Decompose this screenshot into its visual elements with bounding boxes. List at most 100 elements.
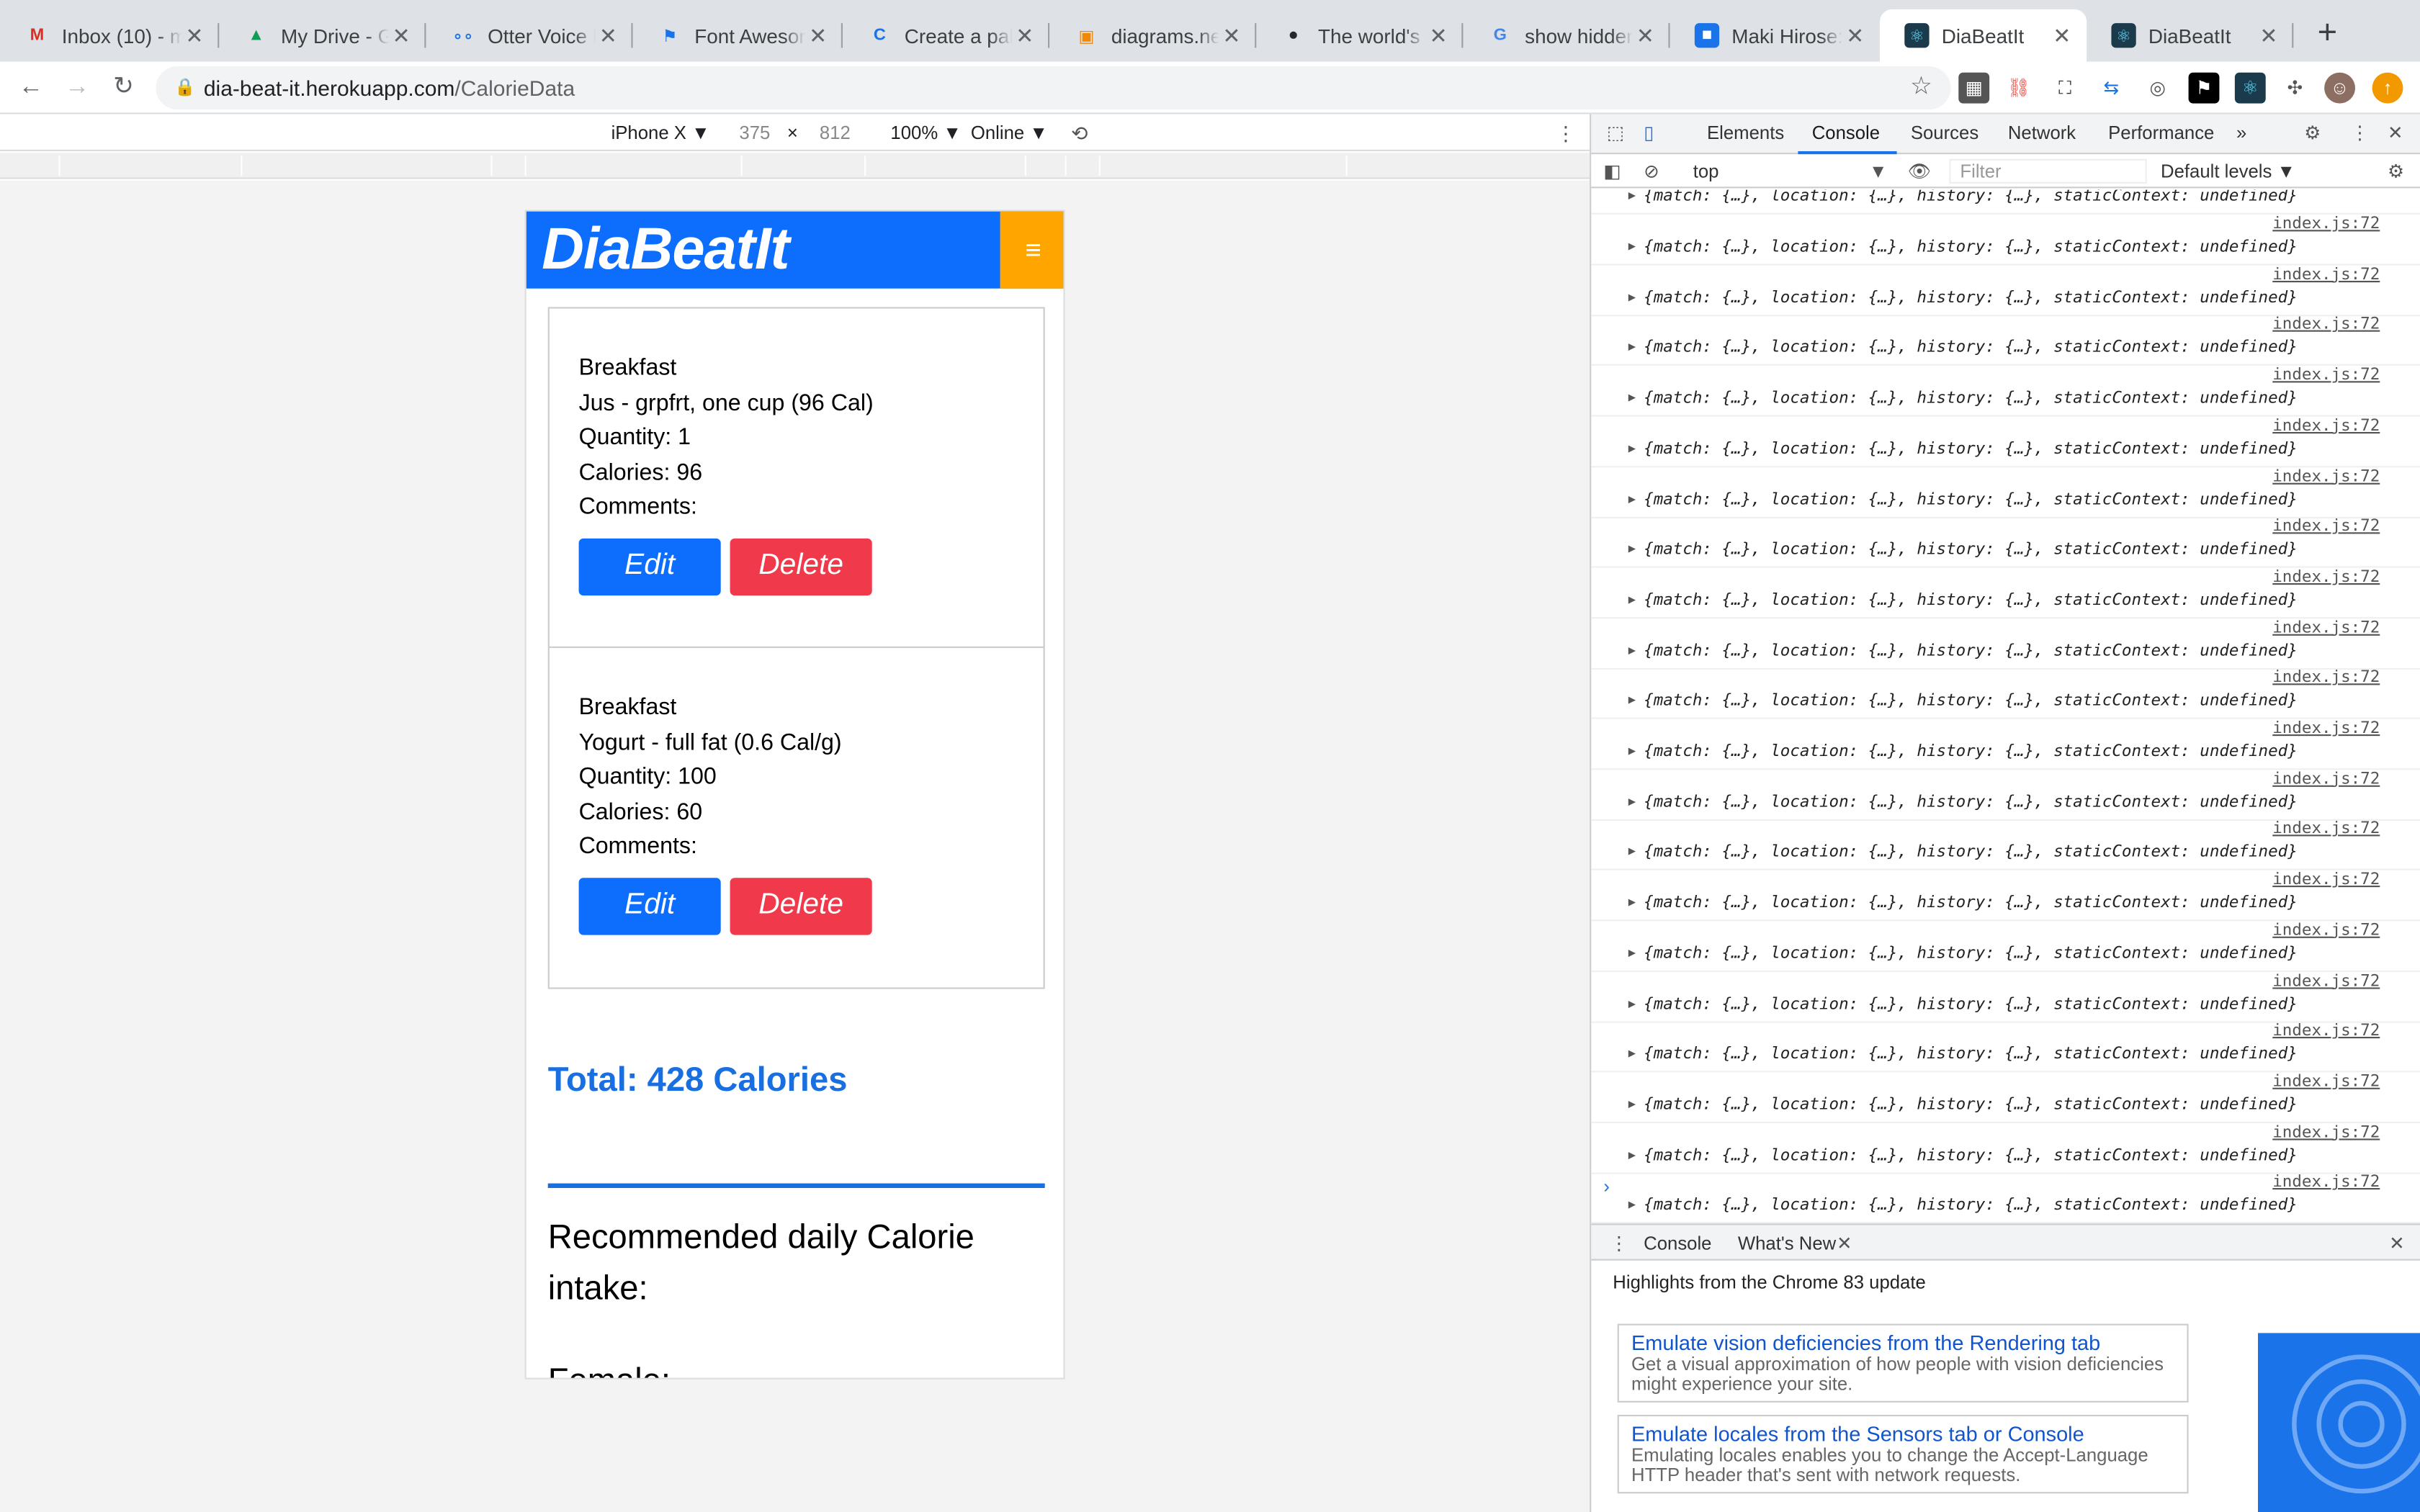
close-drawer-icon[interactable]: ✕ (2389, 1233, 2405, 1254)
device-height[interactable]: 812 (820, 122, 851, 143)
device-toggle-icon[interactable]: ▯ (1644, 122, 1654, 143)
browser-tab[interactable]: ∘∘ Otter Voice M✕ (426, 9, 633, 62)
console-log-row[interactable]: index.js:72 ▶ {match: {…}, location: {…}, … (1591, 770, 2420, 821)
log-source-link[interactable]: index.js:72 (2272, 315, 2380, 334)
console-log-row[interactable]: index.js:72 ▶ {match: {…}, location: {…}, … (1591, 1022, 2420, 1073)
tab-performance[interactable]: Performance (2108, 122, 2214, 143)
log-source-link[interactable]: index.js:72 (2272, 921, 2380, 940)
network-select[interactable]: Online ▼ (971, 122, 1048, 143)
console-log-row[interactable]: index.js:72 ▶ {match: {…}, location: {…}, … (1591, 719, 2420, 770)
log-source-link[interactable]: index.js:72 (2272, 265, 2380, 284)
puzzle-icon[interactable]: ✣ (2280, 73, 2311, 104)
close-tab-icon[interactable]: ✕ (1843, 22, 1868, 48)
log-source-link[interactable]: index.js:72 (2272, 1173, 2380, 1192)
close-tab-icon[interactable]: ✕ (596, 22, 620, 48)
card-title[interactable]: Emulate vision deficiencies from the Ren… (1631, 1331, 2174, 1354)
console-log-row[interactable]: ▶ {match: {…}, location: {…}, history: {…… (1591, 190, 2420, 215)
browser-tab[interactable]: Gshow hidden f✕ (1463, 9, 1670, 62)
tab-network[interactable]: Network (2008, 122, 2076, 143)
sidebar-toggle-icon[interactable]: ◧ (1603, 161, 1621, 182)
log-source-link[interactable]: index.js:72 (2272, 719, 2380, 738)
log-source-link[interactable]: index.js:72 (2272, 467, 2380, 485)
delete-button[interactable]: Delete (730, 877, 872, 935)
close-tab-icon[interactable]: ✕ (1426, 22, 1451, 48)
zoom-select[interactable]: 100% ▼ (890, 122, 961, 143)
log-source-link[interactable]: index.js:72 (2272, 567, 2380, 586)
console-log-row[interactable]: index.js:72 ▶ {match: {…}, location: {…}, … (1591, 467, 2420, 518)
browser-tab[interactable]: ▣ diagrams.net ✕ (1049, 9, 1257, 62)
flag-extension-icon[interactable]: ⚑ (2188, 72, 2220, 104)
expand-triangle-icon[interactable]: ▶ (1628, 1046, 1636, 1060)
close-tab-icon[interactable]: ✕ (2257, 22, 2281, 48)
expand-triangle-icon[interactable]: ▶ (1628, 1147, 1636, 1161)
more-tabs-icon[interactable]: » (2236, 122, 2246, 143)
console-log-row[interactable]: index.js:72 ▶ {match: {…}, location: {…}, … (1591, 820, 2420, 871)
console-log-row[interactable]: index.js:72 ▶ {match: {…}, location: {…}, … (1591, 1072, 2420, 1123)
gear-icon[interactable]: ⚙ (2304, 122, 2321, 143)
log-source-link[interactable]: index.js:72 (2272, 1072, 2380, 1091)
console-log-row[interactable]: index.js:72 ▶ {match: {…}, location: {…}, … (1591, 567, 2420, 619)
log-source-link[interactable]: index.js:72 (2272, 517, 2380, 536)
browser-tab[interactable]: M Inbox (10) - m ✕ (0, 9, 220, 62)
kebab-icon[interactable]: ⋮ (2351, 122, 2370, 143)
brand-logo[interactable]: DiaBeatIt (542, 217, 789, 284)
device-select[interactable]: iPhone X ▼ (611, 122, 710, 143)
close-tab-icon[interactable]: ✕ (1013, 22, 1037, 48)
browser-tab[interactable]: ⚛ DiaBeatIt ✕ (2087, 9, 2294, 62)
browser-tab[interactable]: ▲ My Drive - Go✕ (219, 9, 426, 62)
inspect-icon[interactable]: ⬚ (1607, 122, 1624, 143)
expand-triangle-icon[interactable]: ▶ (1628, 593, 1636, 606)
browser-tab[interactable]: ⚑ Font Awesome✕ (633, 9, 843, 62)
browser-tab[interactable]: ⚛ DiaBeatIt ✕ (1880, 9, 2087, 62)
hamburger-menu-icon[interactable]: ≡ (1000, 211, 1064, 289)
circle-icon[interactable]: ◎ (2142, 73, 2173, 104)
log-source-link[interactable]: index.js:72 (2272, 416, 2380, 435)
expand-triangle-icon[interactable]: ▶ (1628, 190, 1636, 202)
expand-triangle-icon[interactable]: ▶ (1628, 542, 1636, 556)
expand-triangle-icon[interactable]: ▶ (1628, 845, 1636, 858)
console-settings-icon[interactable]: ⚙ (2388, 161, 2404, 182)
expand-triangle-icon[interactable]: ▶ (1628, 794, 1636, 808)
rotate-icon[interactable]: ⟲ (1071, 122, 1088, 146)
expand-triangle-icon[interactable]: ▶ (1628, 1197, 1636, 1211)
context-select[interactable]: top (1693, 161, 1881, 182)
react-devtools-icon[interactable]: ⚛ (2234, 72, 2266, 104)
eye-icon[interactable]: 👁 (1908, 161, 1932, 182)
drawer-tab-whats-new[interactable]: What's New (1738, 1233, 1836, 1254)
expand-triangle-icon[interactable]: ▶ (1628, 390, 1636, 404)
expand-triangle-icon[interactable]: ▶ (1628, 1097, 1636, 1110)
console-log-row[interactable]: index.js:72 ▶ {match: {…}, location: {…}, … (1591, 366, 2420, 417)
tab-elements[interactable]: Elements (1707, 122, 1784, 143)
console-log-row[interactable]: index.js:72 ▶ {match: {…}, location: {…}, … (1591, 215, 2420, 266)
log-source-link[interactable]: index.js:72 (2272, 820, 2380, 839)
close-tab-icon[interactable]: ✕ (1219, 22, 1244, 48)
log-levels-select[interactable]: Default levels ▼ (2161, 161, 2295, 182)
console-log-row[interactable]: index.js:72 ▶ {match: {…}, location: {…}, … (1591, 971, 2420, 1022)
expand-triangle-icon[interactable]: ▶ (1628, 492, 1636, 505)
console-log-row[interactable]: index.js:72 ▶ {match: {…}, location: {…}, … (1591, 517, 2420, 568)
log-source-link[interactable]: index.js:72 (2272, 1122, 2380, 1141)
device-width[interactable]: 375 (739, 122, 770, 143)
card-title[interactable]: Emulate locales from the Sensors tab or … (1631, 1423, 2174, 1446)
avatar[interactable]: ☺ (2324, 72, 2355, 104)
tab-sources[interactable]: Sources (1911, 122, 1978, 143)
expand-triangle-icon[interactable]: ▶ (1628, 996, 1636, 1009)
log-source-link[interactable]: index.js:72 (2272, 870, 2380, 889)
close-tab-icon[interactable]: ✕ (1633, 22, 1657, 48)
console-log-row[interactable]: index.js:72 ▶ {match: {…}, location: {…}, … (1591, 265, 2420, 316)
console-log-row[interactable]: index.js:72 ▶ {match: {…}, location: {…}, … (1591, 1173, 2420, 1224)
expand-triangle-icon[interactable]: ▶ (1628, 289, 1636, 303)
console-log-row[interactable]: index.js:72 ▶ {match: {…}, location: {…}, … (1591, 921, 2420, 972)
log-source-link[interactable]: index.js:72 (2272, 215, 2380, 233)
browser-tab[interactable]: ● The world's le✕ (1256, 9, 1464, 62)
expand-triangle-icon[interactable]: ▶ (1628, 643, 1636, 657)
clear-console-icon[interactable]: ⊘ (1644, 161, 1659, 182)
close-tab-icon[interactable]: ✕ (1837, 1233, 1852, 1254)
expand-triangle-icon[interactable]: ▶ (1628, 895, 1636, 909)
expand-triangle-icon[interactable]: ▶ (1628, 945, 1636, 959)
whats-new-card[interactable]: Emulate locales from the Sensors tab or … (1617, 1414, 2189, 1494)
log-source-link[interactable]: index.js:72 (2272, 1022, 2380, 1040)
close-icon[interactable]: ✕ (2388, 122, 2403, 143)
drawer-tab-console[interactable]: Console (1644, 1233, 1711, 1254)
browser-tab[interactable]: ■ Maki Hirose: L✕ (1670, 9, 1880, 62)
